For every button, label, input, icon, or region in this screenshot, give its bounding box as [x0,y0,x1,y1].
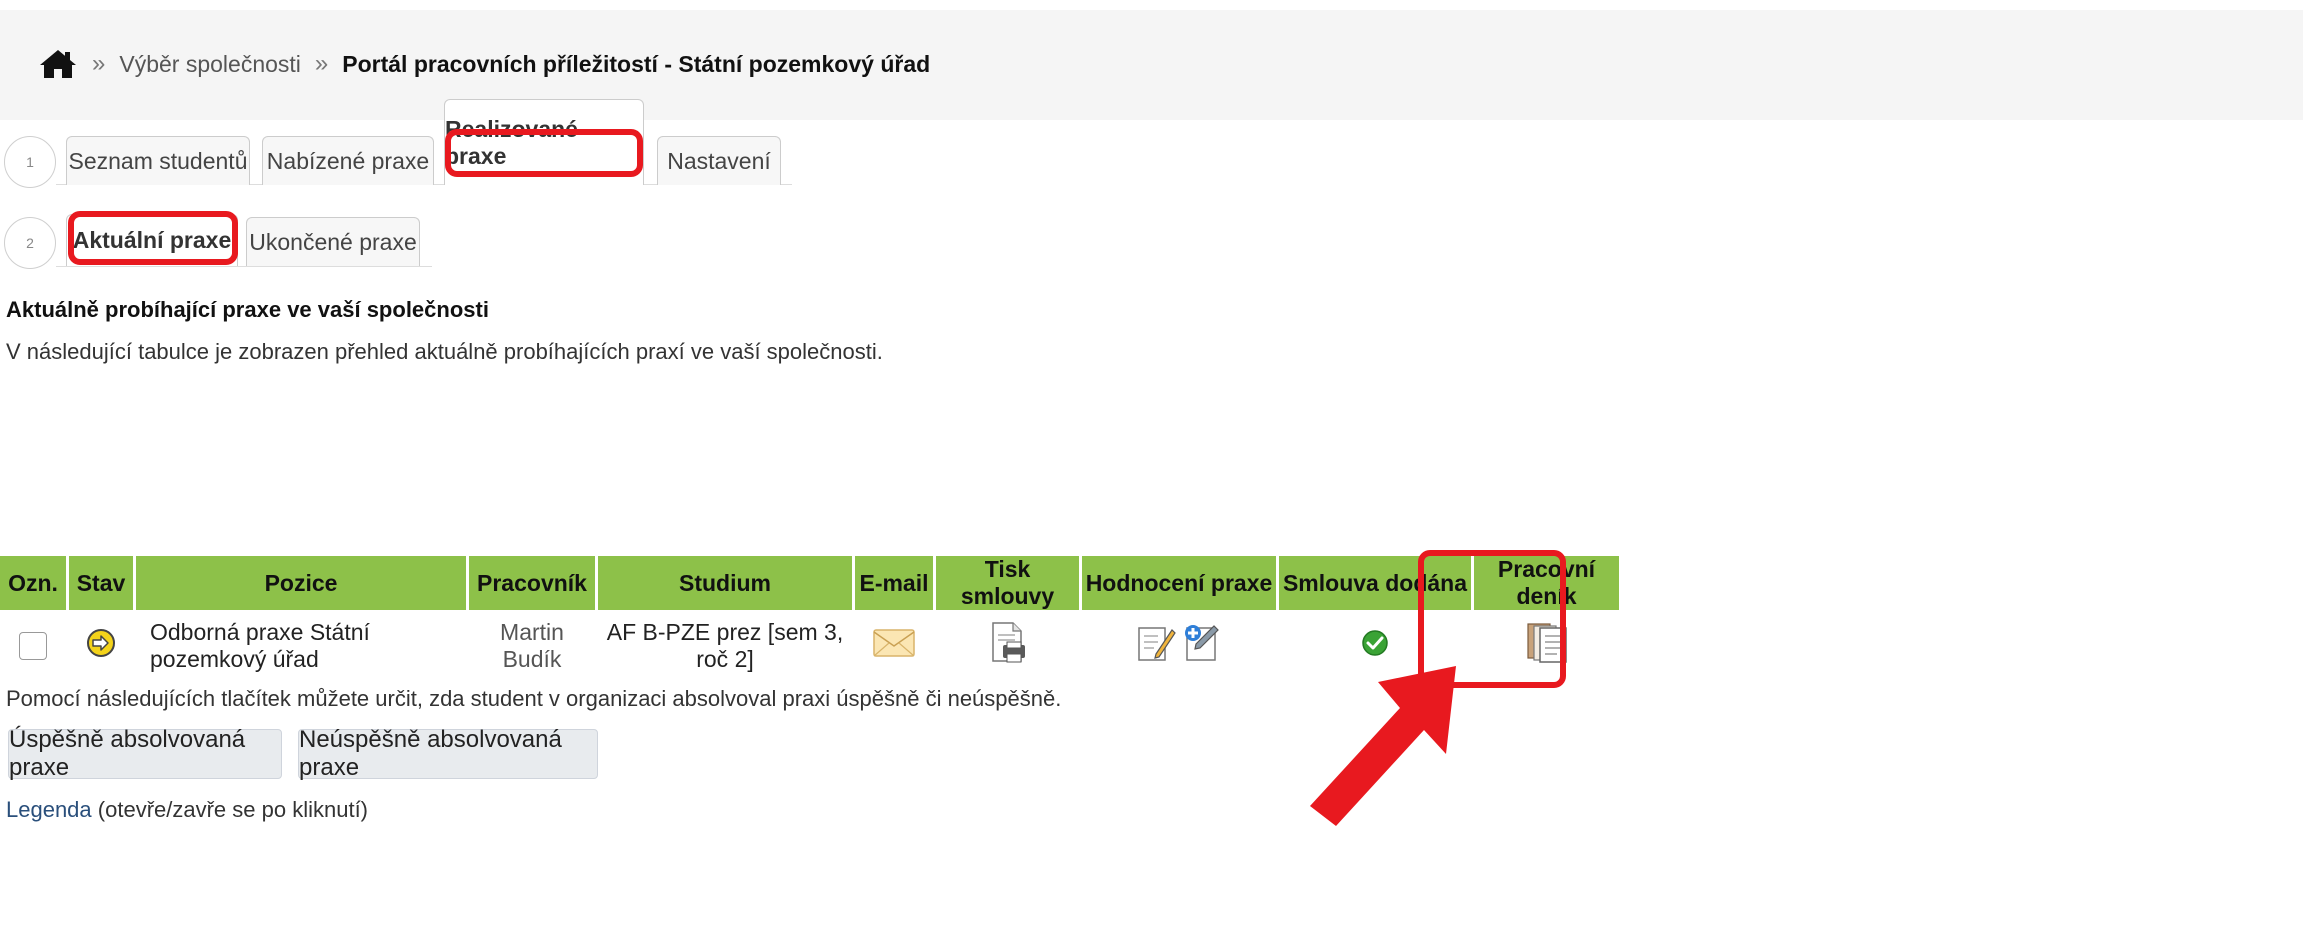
section-description: V následující tabulce je zobrazen přehle… [6,339,883,364]
breadcrumb-link-company[interactable]: Výběr společnosti [119,51,301,78]
breadcrumb-current: Portál pracovních příležitostí - Státní … [342,50,931,77]
edit-document-icon[interactable] [1136,622,1176,664]
success-button[interactable]: Úspěšně absolvovaná praxe [8,726,282,781]
tab-nabizene-praxe[interactable]: Nabízené praxe [262,136,434,185]
pointer-arrow-icon [1310,666,1456,826]
col-header-studium: Studium [598,556,852,610]
table-header-row: Ozn. Stav Pozice Pracovník Studium E-mai… [0,556,1619,610]
col-header-ozn: Ozn. [0,556,66,610]
step-indicator-2: 2 [4,217,56,269]
breadcrumb: » Výběr společnosti » Portál pracovních … [38,44,930,84]
legend-link[interactable]: Legenda [6,797,92,822]
col-header-tisk-smlouvy: Tisk smlouvy [936,556,1079,610]
step-indicator-1: 1 [4,136,56,188]
col-header-pracovnik: Pracovník [469,556,595,610]
worker-cell[interactable]: Martin Budík [469,610,595,682]
tab-ukoncene-praxe[interactable]: Ukončené praxe [246,217,420,266]
highlight-box-aktualni [68,211,238,265]
section-title: Aktuálně probíhající praxe ve vaší spole… [6,297,489,322]
email-cell [855,610,933,682]
col-header-stav: Stav [69,556,133,610]
add-evaluation-icon[interactable] [1182,622,1222,664]
study-cell: AF B-PZE prez [sem 3, roč 2] [606,619,844,672]
col-header-hodnoceni-praxe: Hodnocení praxe [1082,556,1276,610]
print-contract-cell [936,610,1079,682]
row-select-cell [0,610,66,682]
col-header-email: E-mail [855,556,933,610]
arrow-right-circle-icon[interactable] [86,628,116,658]
legend-toggle[interactable]: Legenda (otevře/zavře se po kliknutí) [6,797,368,823]
envelope-icon[interactable] [872,627,916,659]
tabs-secondary-baseline [56,266,432,267]
evaluation-cell [1082,610,1276,682]
highlight-box-realizovane [445,129,643,177]
position-cell: Odborná praxe Státní pozemkový úřad [150,619,370,672]
legend-hint: (otevře/zavře se po kliknutí) [97,797,369,822]
tab-seznam-studentu[interactable]: Seznam studentů [66,136,250,185]
fail-button[interactable]: Neúspěšně absolvovaná praxe [298,726,598,781]
check-circle-icon [1362,630,1388,656]
result-instructions: Pomocí následujících tlačítek můžete urč… [6,686,1062,711]
print-document-icon[interactable] [989,621,1027,665]
tab-nastaveni[interactable]: Nastavení [657,136,781,185]
breadcrumb-separator: » [314,50,329,77]
home-icon[interactable] [38,48,78,80]
breadcrumb-separator: » [92,50,106,77]
status-cell [69,610,133,682]
row-select-checkbox[interactable] [19,632,47,661]
col-header-pozice: Pozice [136,556,466,610]
